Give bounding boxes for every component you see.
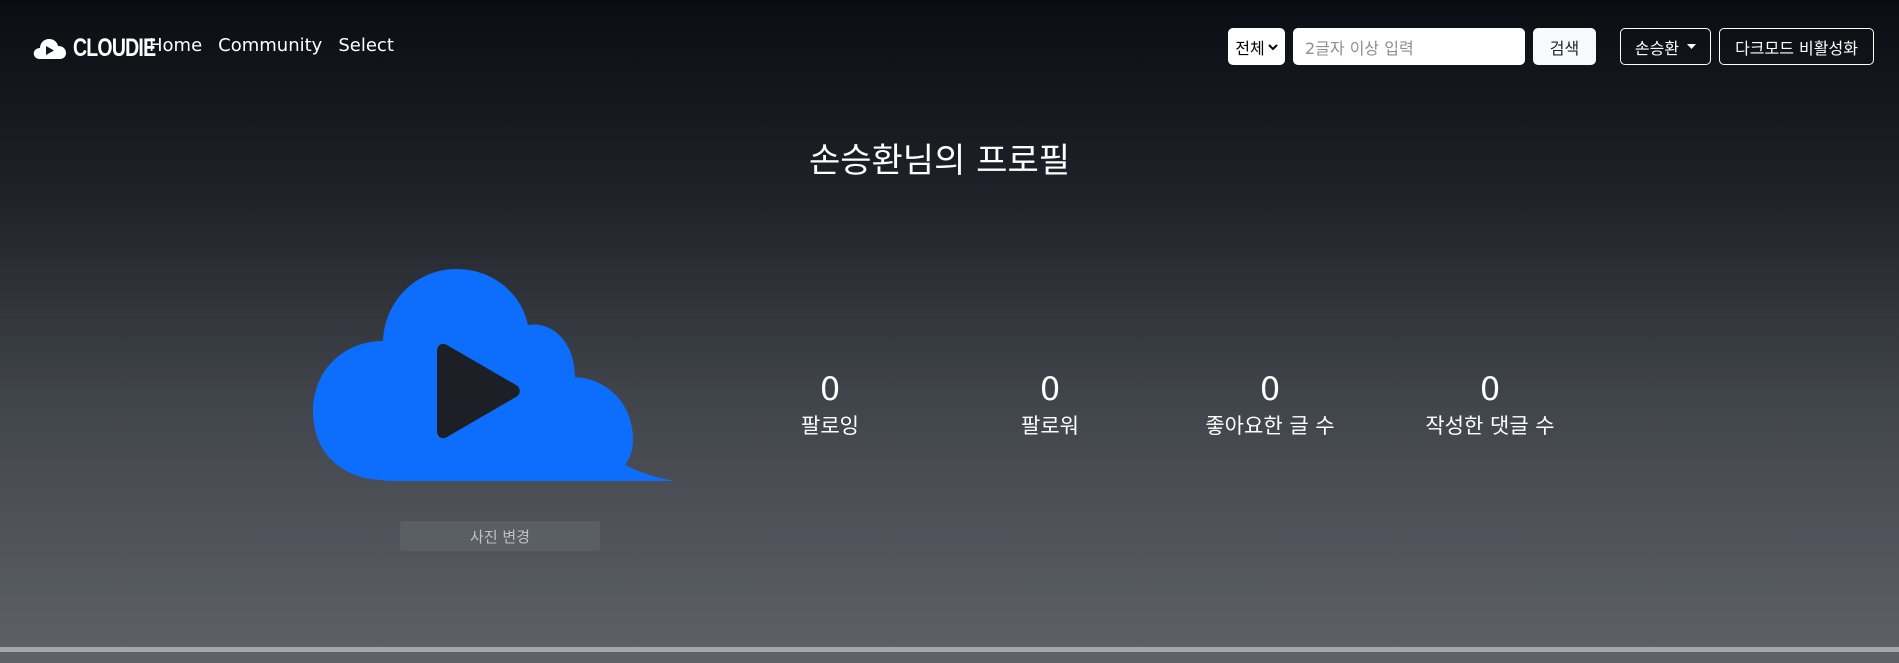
stat-value: 0 (1479, 370, 1501, 408)
navbar: CLOUDIE Home Community Select 전체 2글자 이상 … (0, 0, 1899, 93)
divider (0, 647, 1899, 652)
nav-link-select[interactable]: Select (338, 35, 394, 56)
stat-value: 0 (1039, 370, 1061, 408)
brand-name: CLOUDIE (73, 34, 156, 62)
search-category-value: 전체 (1235, 38, 1265, 58)
user-name: 손승환 (1634, 38, 1680, 58)
stat-comments[interactable]: 0 작성한 댓글 수 (1370, 369, 1610, 441)
search-button[interactable]: 검색 (1533, 28, 1596, 65)
stat-value: 0 (819, 370, 841, 408)
search-form: 전체 2글자 이상 입력 검색 (1228, 28, 1596, 65)
nav-links: Home Community Select (149, 35, 394, 56)
stat-followers[interactable]: 0 팔로워 (930, 369, 1170, 441)
stat-liked-posts[interactable]: 0 좋아요한 글 수 (1150, 369, 1390, 441)
stat-label: 작성한 댓글 수 (1425, 414, 1555, 438)
search-category-select[interactable]: 전체 (1228, 28, 1285, 65)
page-title: 손승환님의 프로필 (808, 141, 1071, 181)
change-photo-button[interactable]: 사진 변경 (400, 521, 600, 551)
stat-label: 팔로잉 (801, 414, 859, 438)
avatar-cloud-icon (313, 269, 675, 481)
search-placeholder: 2글자 이상 입력 (1305, 38, 1414, 58)
stat-value: 0 (1259, 370, 1281, 408)
cloud-play-icon (33, 38, 66, 59)
user-menu-button[interactable]: 손승환 (1620, 28, 1711, 65)
nav-link-community[interactable]: Community (218, 35, 322, 56)
nav-link-home[interactable]: Home (149, 35, 202, 56)
darkmode-toggle-button[interactable]: 다크모드 비활성화 (1719, 28, 1874, 65)
stat-label: 좋아요한 글 수 (1205, 414, 1335, 438)
stat-following[interactable]: 0 팔로잉 (710, 369, 950, 441)
stat-label: 팔로워 (1021, 414, 1079, 438)
search-input[interactable]: 2글자 이상 입력 (1293, 28, 1525, 65)
caret-down-icon (1687, 43, 1697, 49)
chevron-down-icon (1268, 43, 1278, 50)
